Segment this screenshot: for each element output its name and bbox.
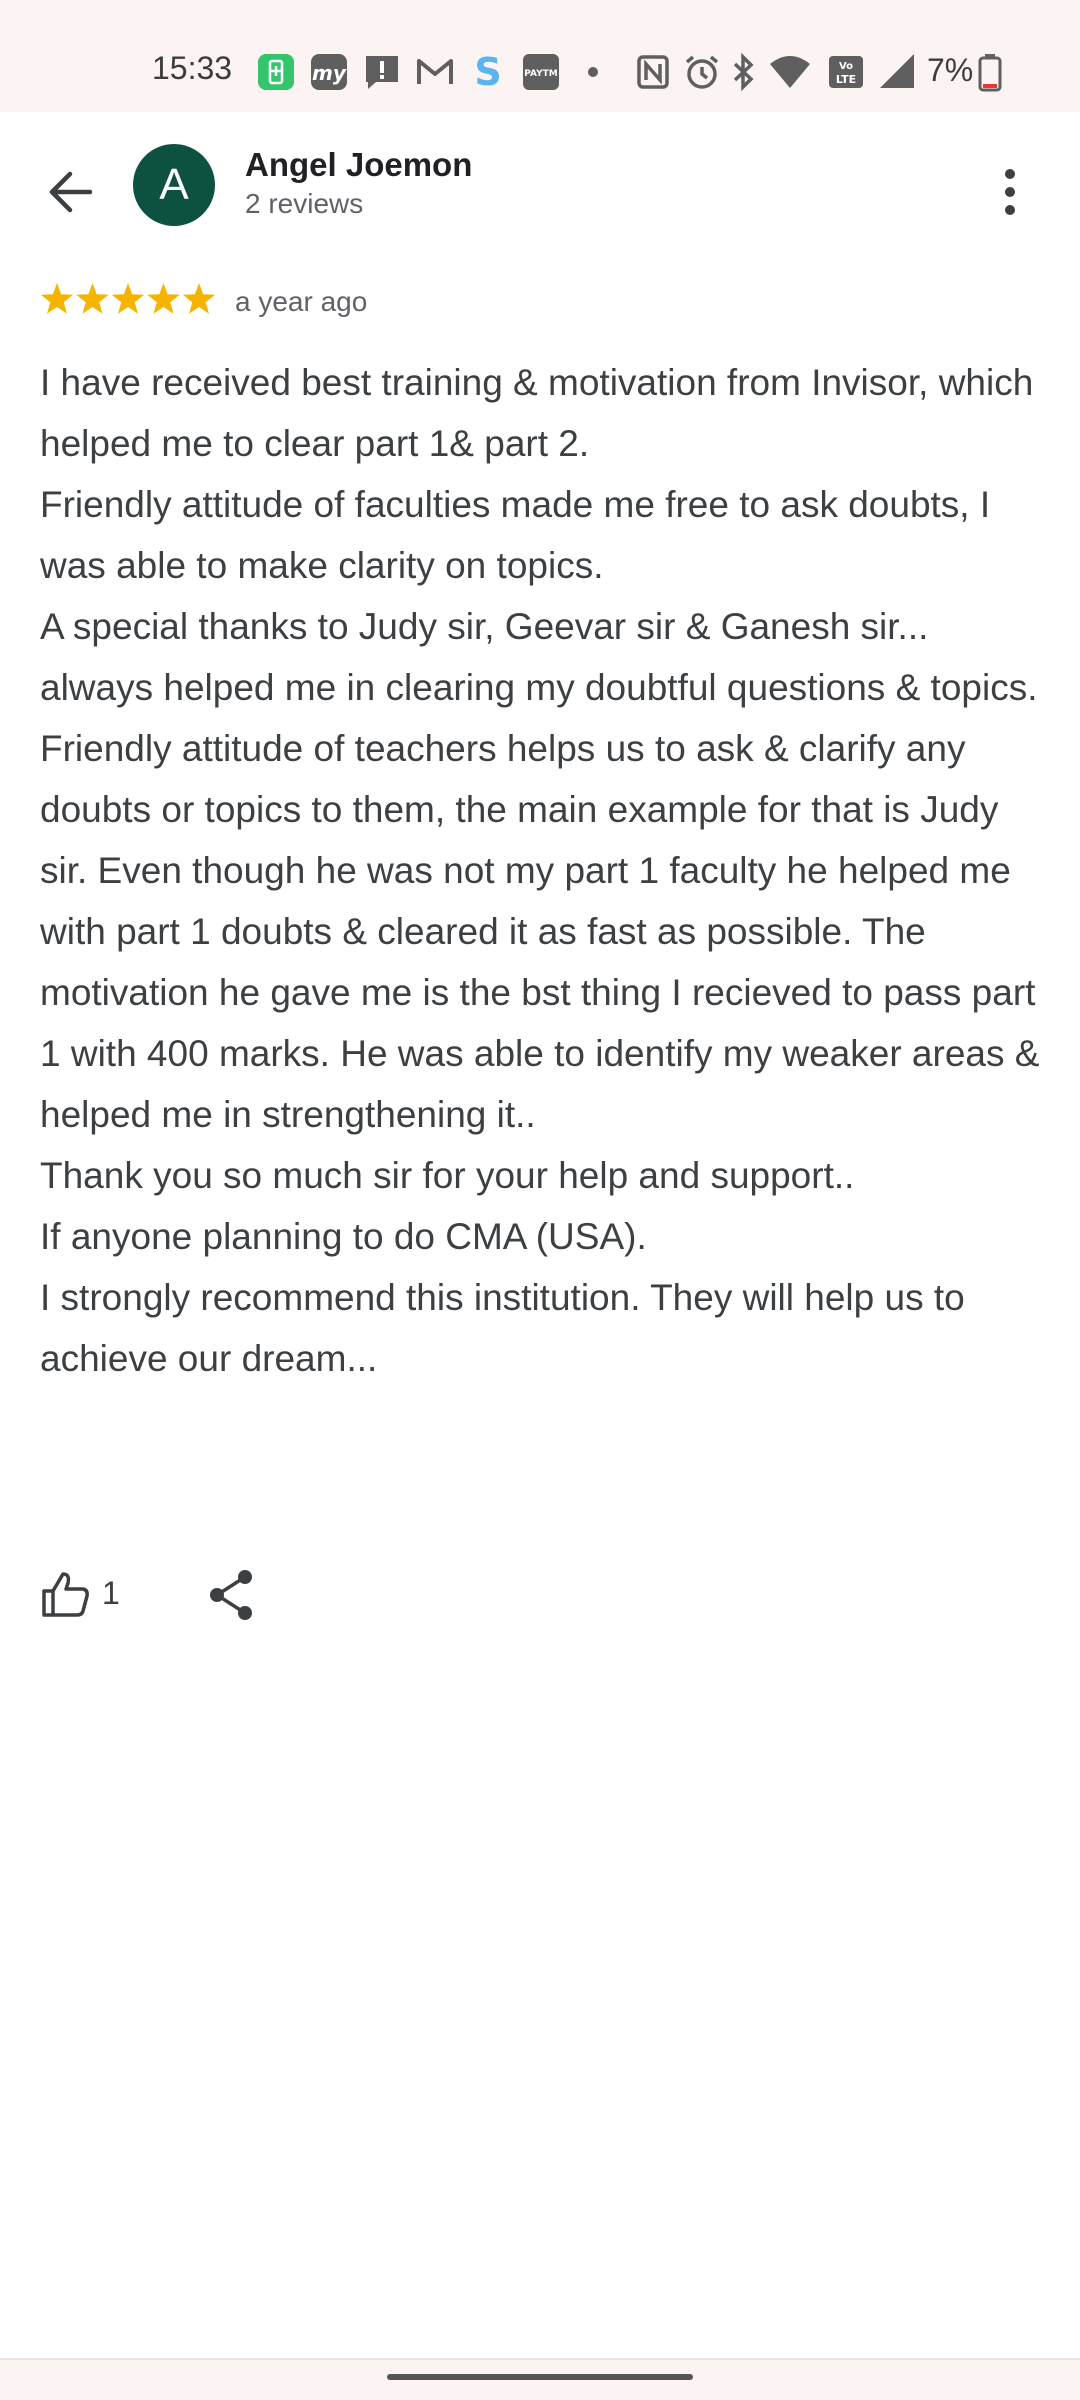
svg-text:S: S (474, 52, 501, 92)
reviewer-name[interactable]: Angel Joemon (245, 146, 472, 184)
paytm-icon: PAYTM (523, 54, 559, 90)
review-paragraph: I have received best training & motivati… (40, 362, 1034, 464)
review-paragraph: I strongly recommend this institution. T… (40, 1277, 965, 1379)
alarm-icon (685, 55, 719, 89)
wifi-icon (770, 56, 810, 88)
signal-icon (880, 54, 914, 88)
star-icon (111, 283, 145, 314)
review-paragraph: A special thanks to Judy sir, Geevar sir… (40, 606, 1038, 708)
volte-icon: Vo LTE (829, 56, 863, 88)
dot-icon (588, 67, 598, 77)
like-count: 1 (102, 1575, 120, 1611)
review-paragraph: Friendly attitude of teachers helps us t… (40, 728, 1040, 1135)
review-paragraph: Friendly attitude of faculties made me f… (40, 484, 991, 586)
back-arrow-icon[interactable] (38, 157, 108, 227)
svg-text:Vo: Vo (839, 61, 853, 72)
status-time: 15:33 (152, 50, 233, 86)
gmail-icon (417, 59, 453, 84)
star-icon (76, 283, 109, 314)
battery-saver-icon (258, 54, 294, 90)
share-icon[interactable] (203, 1565, 263, 1625)
svg-text:LTE: LTE (836, 73, 856, 86)
star-icon (40, 283, 74, 314)
battery-icon (978, 54, 1002, 92)
svg-text:PAYTM: PAYTM (524, 69, 558, 79)
review-text: I have received best training & motivati… (40, 352, 1050, 1389)
status-bar: 15:33 my S PAYTM Vo LTE 7% (0, 0, 1080, 112)
bluetooth-icon (733, 52, 754, 92)
home-indicator[interactable] (387, 2374, 693, 2380)
review-actions: 1 (40, 1565, 440, 1625)
battery-percent: 7% (927, 52, 974, 88)
thumbs-up-icon (42, 1572, 89, 1617)
my-app-icon: my (311, 54, 347, 90)
svg-text:my: my (312, 61, 347, 85)
star-icon (147, 283, 180, 314)
nfc-icon (637, 55, 669, 89)
message-icon (366, 56, 398, 89)
reviewer-review-count: 2 reviews (245, 188, 364, 219)
navigation-bar (0, 2360, 1080, 2400)
review-header: A Angel Joemon 2 reviews (0, 112, 1080, 262)
star-icon (182, 283, 216, 314)
star-rating (40, 283, 216, 314)
more-options-icon[interactable] (990, 157, 1030, 227)
review-paragraph: If anyone planning to do CMA (USA). (40, 1216, 647, 1257)
avatar[interactable]: A (133, 144, 215, 226)
like-button[interactable]: 1 (40, 1565, 130, 1625)
s-app-icon: S (474, 52, 501, 92)
review-paragraph: Thank you so much sir for your help and … (40, 1155, 855, 1196)
review-time: a year ago (235, 286, 368, 317)
